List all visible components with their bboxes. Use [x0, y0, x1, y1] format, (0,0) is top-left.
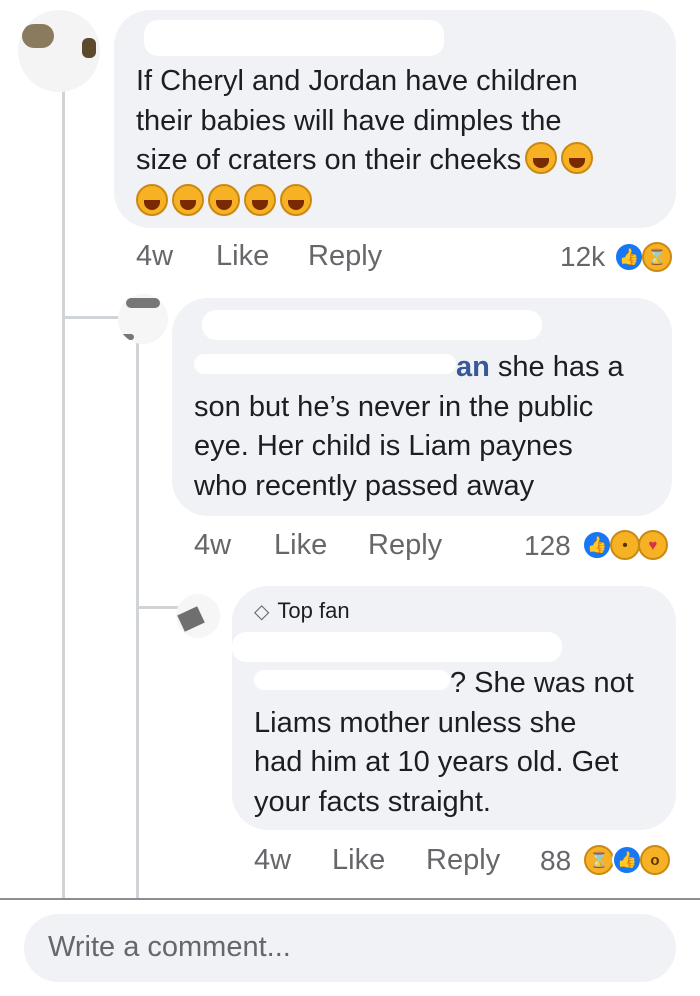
sad-reaction-icon: •: [610, 530, 640, 560]
like-button[interactable]: Like: [332, 844, 385, 877]
thread-line-branch-2: [136, 606, 180, 609]
reply-button[interactable]: Reply: [426, 844, 500, 877]
wow-reaction-icon: o: [640, 845, 670, 875]
divider: [0, 898, 700, 900]
avatar[interactable]: [176, 594, 220, 638]
care-reaction-icon: ♥: [638, 530, 668, 560]
like-button[interactable]: Like: [274, 529, 327, 562]
comment-timestamp[interactable]: 4w: [194, 529, 231, 562]
thread-line-sub: [136, 330, 139, 898]
mention-link[interactable]: an: [456, 351, 490, 383]
haha-reaction-icon: ⌛: [642, 242, 672, 272]
redacted-commenter-name: [144, 20, 444, 56]
comment-text: If Cheryl and Jordan have children their…: [136, 62, 594, 222]
diamond-icon: ◇: [254, 600, 270, 623]
laughing-emoji-icon: [280, 183, 312, 216]
avatar[interactable]: [118, 294, 168, 344]
like-button[interactable]: Like: [216, 240, 269, 273]
thread-line-branch-1: [62, 316, 122, 319]
top-fan-badge: ◇ Top fan: [254, 598, 350, 623]
redacted-commenter-name: [232, 632, 562, 662]
reaction-count[interactable]: 128: [524, 530, 571, 562]
like-reaction-icon: 👍: [582, 530, 612, 560]
laughing-emoji-icon: [136, 183, 168, 216]
laughing-emoji-icon: [561, 142, 594, 174]
like-reaction-icon: 👍: [612, 845, 642, 875]
comment-bubble: ◇ Top fan ? She was not Liams mother unl…: [232, 586, 676, 830]
laughing-emoji-icon: [208, 183, 240, 216]
comment-timestamp[interactable]: 4w: [136, 240, 173, 273]
reaction-count[interactable]: 88: [540, 845, 571, 877]
comment-composer[interactable]: Write a comment...: [24, 914, 676, 982]
redacted-mention: [254, 670, 450, 690]
reaction-count[interactable]: 12k: [560, 241, 605, 273]
avatar[interactable]: [18, 10, 100, 92]
laughing-emoji-icon: [244, 183, 276, 216]
like-reaction-icon: 👍: [614, 242, 644, 272]
comment-timestamp[interactable]: 4w: [254, 844, 291, 877]
laughing-emoji-icon: [172, 183, 204, 216]
thread-line-main: [62, 80, 65, 898]
redacted-mention: [194, 354, 456, 374]
comment-text: an she has a son but he’s never in the p…: [194, 351, 624, 502]
comment-input-placeholder[interactable]: Write a comment...: [48, 931, 291, 964]
comment-bubble: an she has a son but he’s never in the p…: [172, 298, 672, 516]
redacted-commenter-name: [202, 310, 542, 340]
comment-bubble: If Cheryl and Jordan have children their…: [114, 10, 676, 228]
laughing-emoji-icon: [525, 142, 558, 174]
reply-button[interactable]: Reply: [368, 529, 442, 562]
reply-button[interactable]: Reply: [308, 240, 382, 273]
comment-text: ? She was not Liams mother unless she ha…: [254, 667, 634, 818]
haha-reaction-icon: ⌛: [584, 845, 614, 875]
